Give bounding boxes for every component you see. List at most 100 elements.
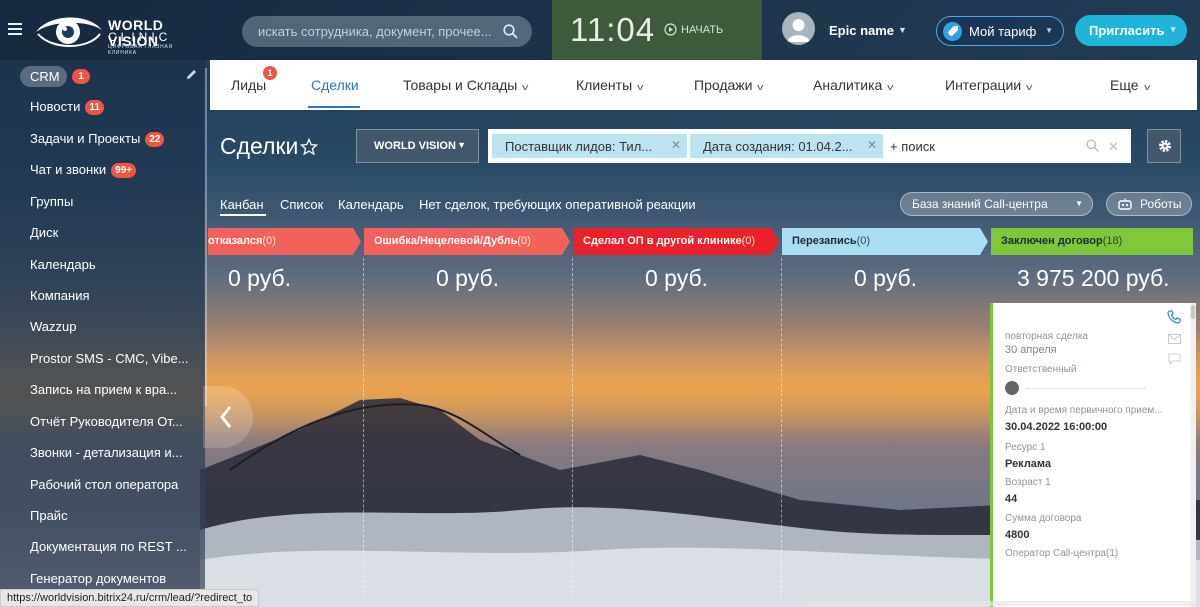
page-title: Сделки [220, 133, 299, 159]
search-icon[interactable] [503, 24, 518, 39]
work-day-clock[interactable]: 11:04 НАЧАТЬ [552, 0, 762, 60]
sidebar-item-wazzup[interactable]: Wazzup [30, 319, 200, 334]
brand-logo[interactable]: WORLD VISION CLINIC ЦИФРОВАЯ ГЛАЗНАЯ КЛИ… [34, 10, 204, 56]
kanban-column-scrollbar[interactable] [1190, 303, 1196, 607]
stage-sum: 3 975 200 руб. [1017, 265, 1170, 291]
left-menu: CRM 1 Новости 11 Задачи и Проекты 22 Чат и… [0, 60, 205, 607]
robots-button[interactable]: Роботы [1106, 192, 1192, 216]
kanban-scroll-left-button[interactable] [203, 386, 253, 448]
category-select-button[interactable]: WORLD VISION ▼ [356, 129, 479, 163]
filter-chip[interactable]: Поставщик лидов: Тил... ✕ [492, 134, 687, 158]
sidebar-item-label: Чат и звонки [30, 162, 107, 177]
search-input[interactable]: искать сотрудника, документ, прочее... [242, 16, 532, 47]
column-divider [363, 258, 364, 598]
start-day-button[interactable]: НАЧАТЬ [664, 23, 723, 36]
avatar[interactable] [782, 12, 815, 45]
knowledge-base-label: База знаний Call-центра [912, 197, 1048, 211]
tab-integrations[interactable]: Интеграции v [945, 77, 1033, 93]
view-no-urgent-deals[interactable]: Нет сделок, требующих оперативной реакци… [419, 197, 696, 212]
tariff-button[interactable]: Мой тариф ▼ [936, 16, 1064, 46]
settings-button[interactable] [1147, 129, 1181, 163]
tab-label: Интеграции [945, 77, 1022, 93]
clear-icon[interactable]: ✕ [1108, 139, 1119, 155]
chevron-down-icon: ▼ [457, 140, 466, 150]
view-calendar[interactable]: Календарь [338, 197, 404, 212]
filter-chip-label: Дата создания: 01.04.2... [703, 139, 853, 154]
sidebar-item-calendar[interactable]: Календарь [30, 257, 200, 272]
tab-sales[interactable]: Продажи v [694, 77, 764, 93]
crm-counter-badge: 1 [72, 69, 90, 84]
sidebar-item-rest-docs[interactable]: Документация по REST ... [30, 539, 200, 554]
horizontal-scrollbar[interactable] [808, 601, 1196, 606]
counter-badge: 22 [145, 132, 165, 147]
tab-label: Продажи [694, 77, 753, 93]
sidebar-item-label: Звонки - детализация и... [30, 445, 183, 460]
kanban-stage-error[interactable]: Ошибка/Нецелевой/Дубль(0) [364, 228, 570, 255]
eye-logo-icon [36, 17, 102, 47]
kanban-stage-rebooking[interactable]: Перезапись(0) [782, 228, 988, 255]
filter-search-input[interactable]: + поиск [890, 139, 935, 154]
view-kanban[interactable]: Канбан [220, 197, 264, 212]
stage-sum: 0 руб. [228, 265, 292, 291]
view-list[interactable]: Список [280, 197, 323, 212]
sidebar-item-operator-desk[interactable]: Рабочий стол оператора [30, 477, 200, 492]
sidebar-item-news[interactable]: Новости 11 [30, 99, 200, 115]
filter-search-field[interactable]: Поставщик лидов: Тил... ✕ Дата создания:… [488, 129, 1131, 163]
tab-more[interactable]: Еще v [1110, 77, 1150, 93]
play-icon [664, 23, 677, 36]
avatar[interactable] [1005, 381, 1019, 395]
sidebar-item-disk[interactable]: Диск [30, 225, 200, 240]
robot-icon [1118, 198, 1132, 210]
deal-card[interactable]: повторная сделка 30 апреля Ответственный… [990, 303, 1190, 607]
close-icon[interactable]: ✕ [867, 138, 877, 152]
sidebar-item-chat[interactable]: Чат и звонки 99+ [30, 162, 200, 178]
sidebar-item-company[interactable]: Компания [30, 288, 200, 303]
tab-leads[interactable]: Лиды [231, 77, 266, 93]
invite-button[interactable]: Пригласить ▼ [1075, 15, 1187, 46]
deal-date: 30 апреля [1005, 344, 1057, 356]
sidebar-item-crm[interactable]: CRM [20, 66, 67, 87]
tab-analytics[interactable]: Аналитика v [813, 77, 894, 93]
stage-name: Перезапись [792, 235, 857, 247]
close-icon[interactable]: ✕ [671, 138, 681, 152]
sidebar-item-appointments[interactable]: Запись на прием к вра... [30, 382, 200, 397]
sidebar-item-label: Компания [30, 288, 90, 303]
mail-icon[interactable] [1168, 334, 1181, 344]
tab-label: Товары и Склады [403, 77, 518, 93]
tab-products[interactable]: Товары и Склады v [403, 77, 529, 93]
menu-burger-icon[interactable] [8, 23, 22, 35]
tab-label: Аналитика [813, 77, 883, 93]
sidebar-item-label: Отчёт Руководителя От... [30, 414, 183, 429]
counter-badge: 99+ [111, 163, 137, 178]
clock-time: 11:04 [570, 11, 656, 48]
first-visit-value: 30.04.2022 16:00:00 [1005, 421, 1108, 433]
sidebar-item-price[interactable]: Прайс [30, 508, 200, 523]
pencil-icon[interactable] [186, 69, 197, 80]
sidebar-item-prostor-sms[interactable]: Prostor SMS - СМС, Vibe... [30, 351, 200, 366]
sidebar-item-calls-detail[interactable]: Звонки - детализация и... [30, 445, 200, 460]
operator-label: Оператор Call-центра(1) [1005, 548, 1119, 559]
top-bar: WORLD VISION CLINIC ЦИФРОВАЯ ГЛАЗНАЯ КЛИ… [0, 0, 1200, 60]
kanban-stage-other-clinic[interactable]: Сделал ОП в другой клинике(0) [573, 228, 779, 255]
stage-count: (0) [741, 235, 756, 247]
phone-icon[interactable] [1167, 310, 1181, 324]
deal-title[interactable]: повторная сделка [1005, 331, 1088, 342]
filter-chip[interactable]: Дата создания: 01.04.2... ✕ [690, 134, 883, 158]
search-icon[interactable] [1086, 139, 1099, 152]
chevron-down-icon: v [887, 82, 894, 92]
tab-deals[interactable]: Сделки [311, 77, 359, 93]
knowledge-base-button[interactable]: База знаний Call-центра ▼ [900, 192, 1093, 216]
kanban-stage-refused[interactable]: отказался(0) [208, 228, 361, 255]
kanban-stage-contract[interactable]: Заключен договор(18) [991, 228, 1193, 255]
sidebar-item-tasks[interactable]: Задачи и Проекты 22 [30, 131, 200, 147]
stage-title: отказался(0) [208, 235, 276, 247]
sidebar-item-doc-generator[interactable]: Генератор документов [30, 571, 200, 586]
sidebar-item-groups[interactable]: Группы [30, 194, 200, 209]
chat-icon[interactable] [1168, 353, 1181, 365]
brand-sub: CLINIC [108, 30, 172, 44]
stage-count: (18) [1102, 235, 1123, 247]
sidebar-item-manager-report[interactable]: Отчёт Руководителя От... [30, 414, 200, 429]
star-icon[interactable] [300, 138, 318, 156]
tab-clients[interactable]: Клиенты v [576, 77, 644, 93]
stage-name: отказался [208, 235, 263, 247]
